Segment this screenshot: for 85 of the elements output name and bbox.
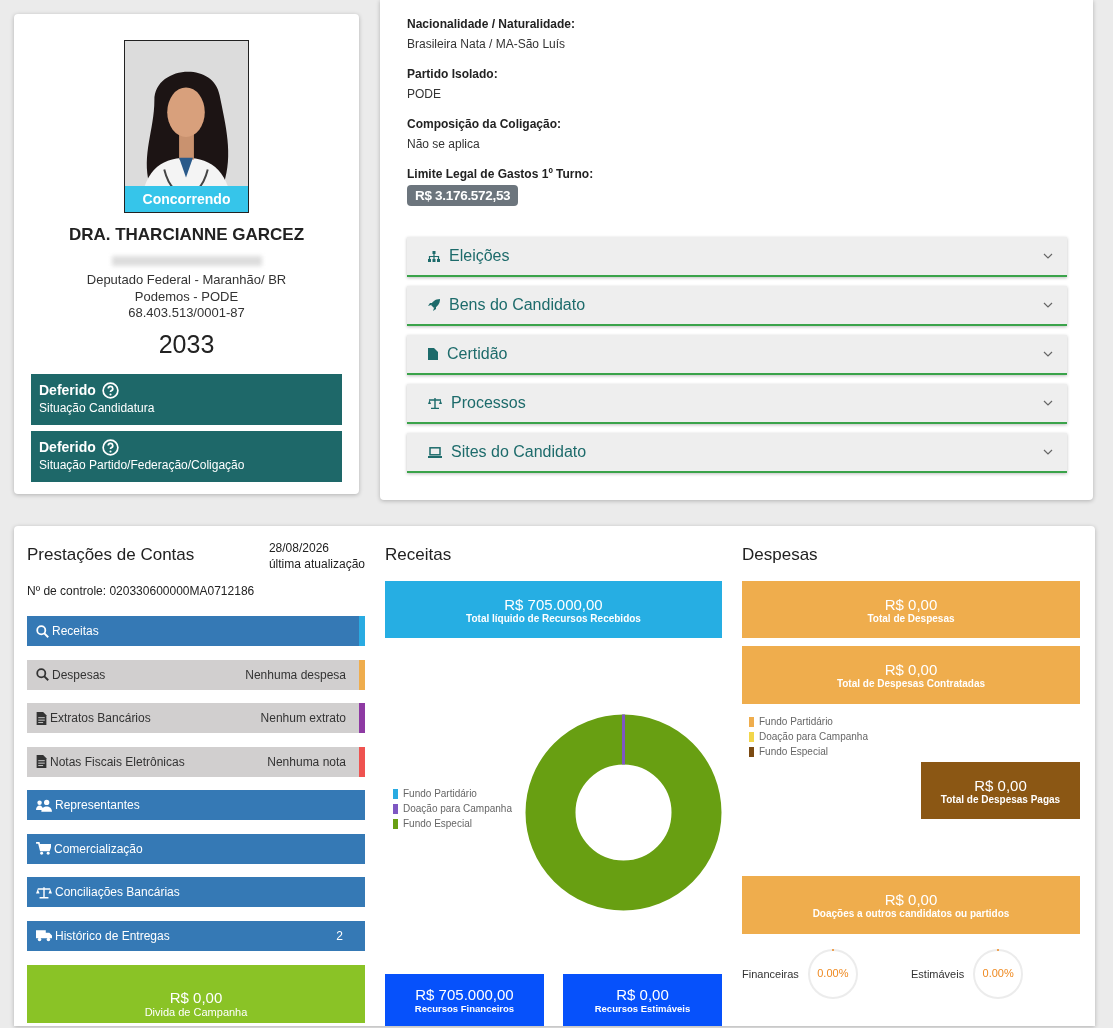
situation-label: Situação Candidatura [39,400,156,415]
field-label: Composição da Coligação: [407,116,563,132]
chevron-down-icon [1043,302,1053,308]
account-row[interactable]: Conciliações Bancárias [27,877,365,907]
laptop-icon [428,446,442,458]
status-badge: Concorrendo [125,186,248,212]
scale-icon [36,885,52,899]
account-row[interactable]: Representantes [27,790,365,820]
account-row[interactable]: Comercialização [27,833,365,864]
field-value: PODE [407,86,442,102]
account-row[interactable]: Receitas [27,616,365,646]
amount-label: Divida de Campanha [144,1005,248,1018]
account-row[interactable]: Despesas Nenhuma despesa [27,659,365,690]
account-row[interactable]: Extratos Bancários Nenhum extrato [27,703,365,733]
scale-icon [428,397,442,409]
users-icon [36,798,52,812]
cnpj-text: 68.403.513/0001-87 [127,305,246,322]
amount-label: Total de Despesas Pagas [940,793,1061,805]
field-label: Nacionalidade / Naturalidade: [407,16,577,32]
update-caption: última atualização [268,556,365,572]
legend-label: Fundo Especial [759,746,828,757]
amount-label: Total líquido de Recursos Recebidos [466,612,641,624]
section-title: Despesas [742,545,819,565]
gauge-reading: 0.00% [816,967,850,979]
gauge-label: Financeiras [742,968,799,980]
field-label: Partido Isolado: [407,66,499,82]
help-icon[interactable] [101,438,119,456]
situation-label: Situação Partido/Federação/Coligação [39,457,246,472]
candidate-number: 2033 [157,329,216,359]
amount-label: Total de Despesas [867,612,955,624]
gauge-label: Estimáveis [911,968,965,980]
amount-value: R$ 705.000,00 [504,595,603,613]
legend-label: Fundo Partidário [403,788,477,799]
amount-value: R$ 0,00 [974,776,1027,794]
field-label: Limite Legal de Gastos 1º Turno: [407,166,595,182]
chevron-down-icon [1043,253,1053,259]
legend-label: Fundo Especial [403,818,472,829]
amount-value: R$ 0,00 [884,891,938,908]
section-title: Receitas [385,545,453,565]
amount-label: Recursos Estimáveis [594,1003,691,1014]
account-row[interactable]: Notas Fiscais Eletrônicas Nenhuma nota [27,746,365,777]
chevron-down-icon [1043,400,1053,406]
help-icon[interactable] [101,381,119,399]
progress-ring [806,948,859,1000]
amount-value: R$ 0,00 [884,661,938,678]
account-row[interactable]: Histórico de Entregas 2 [27,920,365,951]
amount-badge: R$ 3.176.572,53 [407,185,519,206]
chevron-down-icon [1043,351,1053,357]
legend-label: Doação para Campanha [403,803,512,814]
amount-label: Recursos Financeiros [414,1003,515,1014]
legend-label: Fundo Partidário [759,716,833,727]
document-icon [36,711,47,725]
amount-label: Total de Despesas Contratadas [836,678,986,689]
accordion-header[interactable]: Processos [407,384,1067,424]
rocket-icon [428,299,440,311]
truck-icon [36,929,52,942]
accordion-header[interactable]: Sites do Candidato [407,433,1067,473]
field-value: Brasileira Nata / MA-São Luís [407,36,567,52]
amount-value: R$ 0,00 [884,595,938,613]
gauge-reading: 0.00% [981,967,1015,979]
accordion-header[interactable]: Eleições [407,237,1067,277]
legend-label: Doação para Campanha [759,731,868,742]
search-icon [36,624,49,638]
accordion-header[interactable]: Bens do Candidato [407,286,1067,326]
section-title: Prestações de Contas [27,545,195,566]
amount-value: R$ 705.000,00 [415,986,514,1003]
amount-value: R$ 0,00 [169,988,223,1006]
update-date: 28/08/2026 [268,540,330,556]
search-icon [36,668,49,681]
party-text: Podemos - PODE [133,288,240,305]
document-icon [428,348,438,360]
control-number: Nº de controle: 020330600000MA0712186 [27,584,256,598]
amount-label: Doações a outros candidatos ou partidos [812,908,1010,919]
candidate-name: DRA. THARCIANNE GARCEZ [67,225,306,245]
amount-value: R$ 0,00 [616,986,669,1003]
sitemap-icon [428,250,440,262]
accordion-header[interactable]: Certidão [407,335,1067,375]
situation-status: Deferido [39,439,96,455]
cart-icon [36,842,51,855]
document-icon [36,755,47,768]
chevron-down-icon [1043,449,1053,455]
situation-status: Deferido [39,382,96,398]
progress-ring [972,948,1025,1000]
field-value: Não se aplica [407,136,481,152]
office-text: Deputado Federal - Maranhão/ BR [85,272,288,289]
